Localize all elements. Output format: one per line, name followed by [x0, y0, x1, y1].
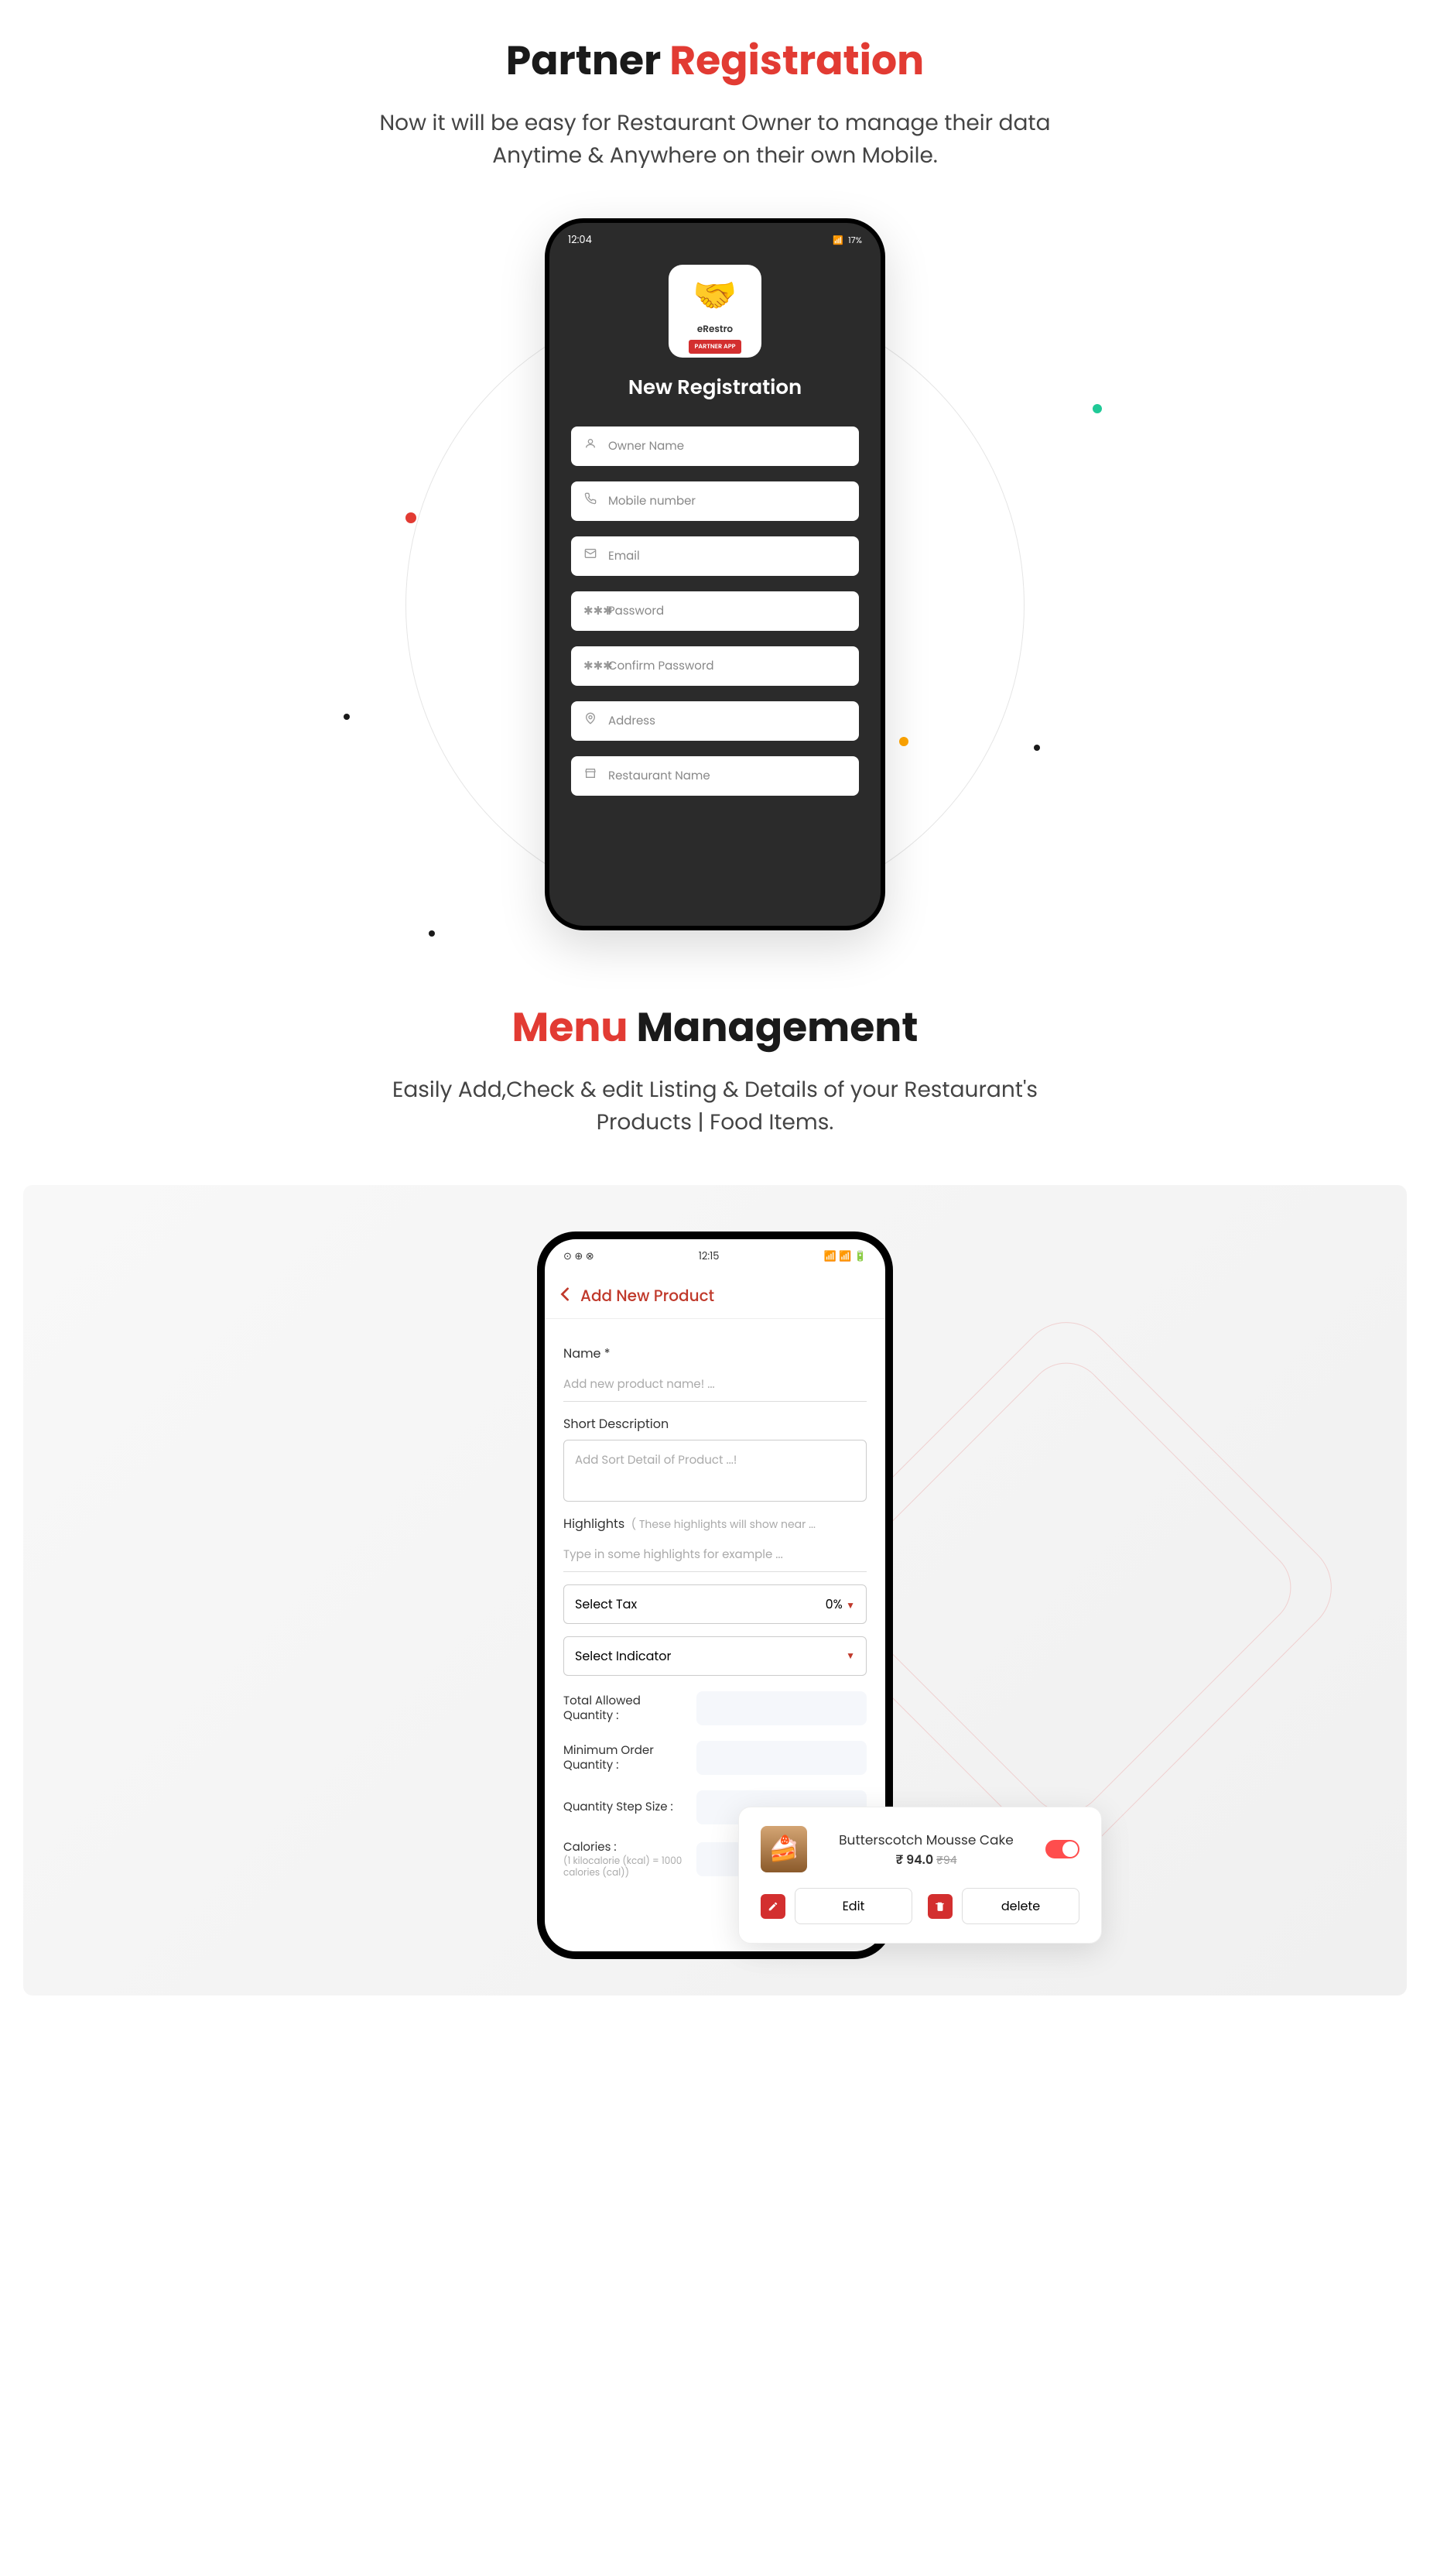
phone-mockup-registration: 12:04 📶17% 🤝 eRestro PARTNER APP New Reg… — [545, 218, 885, 930]
decorative-dot — [1034, 745, 1040, 751]
edit-button[interactable]: Edit — [795, 1888, 912, 1924]
status-icons-left: ⊙ ⊕ ⊗ — [563, 1249, 594, 1264]
decorative-dot — [1093, 404, 1102, 413]
decorative-dot — [899, 737, 908, 746]
section2-title: Menu Management — [0, 998, 1430, 1058]
edit-icon — [761, 1894, 785, 1919]
status-time: 12:04 — [568, 232, 592, 248]
logo-badge: PARTNER APP — [689, 340, 742, 354]
product-name-input[interactable]: Add new product name! ... — [563, 1369, 867, 1402]
delete-icon — [928, 1894, 953, 1919]
min-order-qty-input[interactable] — [696, 1741, 867, 1775]
password-input[interactable]: ✱✱✱ Password — [571, 591, 859, 631]
product-name: Butterscotch Mousse Cake — [819, 1830, 1033, 1850]
short-description-input[interactable]: Add Sort Detail of Product ...! — [563, 1440, 867, 1502]
phone-icon — [583, 492, 597, 510]
app-logo: 🤝 eRestro PARTNER APP — [669, 265, 761, 358]
handshake-icon: 🤝 — [693, 269, 737, 323]
status-time: 12:15 — [699, 1249, 720, 1264]
calories-label: Calories : (1 kilocalorie (kcal) = 1000 … — [563, 1840, 687, 1879]
status-icons-right: 📶 📶 🔋 — [823, 1249, 867, 1264]
product-card: 🍰 Butterscotch Mousse Cake ₹ 94.0 ₹94 — [738, 1807, 1102, 1944]
min-order-qty-label: Minimum Order Quantity : — [563, 1743, 687, 1773]
decorative-dot — [405, 512, 416, 523]
restaurant-name-input[interactable]: Restaurant Name — [571, 756, 859, 796]
status-bar: ⊙ ⊕ ⊗ 12:15 📶 📶 🔋 — [545, 1239, 885, 1273]
confirm-password-input[interactable]: ✱✱✱ Confirm Password — [571, 646, 859, 686]
select-indicator-dropdown[interactable]: Select Indicator ▼ — [563, 1636, 867, 1676]
product-toggle[interactable] — [1045, 1840, 1079, 1858]
select-tax-dropdown[interactable]: Select Tax 0% ▼ — [563, 1584, 867, 1624]
owner-name-input[interactable]: Owner Name — [571, 426, 859, 466]
highlights-label: Highlights ( These highlights will show … — [563, 1514, 867, 1533]
section1-title: Partner Registration — [0, 31, 1430, 91]
logo-text: eRestro — [697, 323, 733, 337]
section1-subtitle: Now it will be easy for Restaurant Owner… — [367, 107, 1063, 172]
qty-step-size-label: Quantity Step Size : — [563, 1800, 687, 1815]
back-button[interactable] — [560, 1284, 570, 1307]
pin-icon — [583, 712, 597, 730]
decorative-dot — [429, 930, 435, 937]
decorative-diamond — [826, 1347, 1307, 1828]
highlights-input[interactable]: Type in some highlights for example ... — [563, 1540, 867, 1572]
product-image: 🍰 — [761, 1826, 807, 1872]
decorative-dot — [344, 714, 350, 720]
chevron-down-icon: ▼ — [846, 1599, 855, 1612]
mobile-number-input[interactable]: Mobile number — [571, 481, 859, 521]
chevron-down-icon: ▼ — [846, 1649, 855, 1663]
delete-button[interactable]: delete — [962, 1888, 1079, 1924]
address-input[interactable]: Address — [571, 701, 859, 741]
screen-header: Add New Product — [545, 1273, 885, 1319]
product-price: ₹ 94.0 ₹94 — [819, 1850, 1033, 1869]
store-icon — [583, 767, 597, 785]
section2-subtitle: Easily Add,Check & edit Listing & Detail… — [367, 1074, 1063, 1139]
status-bar: 12:04 📶17% — [549, 223, 881, 257]
screen-title: Add New Product — [580, 1284, 714, 1307]
lock-icon: ✱✱✱ — [583, 602, 597, 620]
name-label: Name * — [563, 1344, 867, 1363]
desc-label: Short Description — [563, 1414, 867, 1434]
registration-title: New Registration — [549, 373, 881, 403]
user-icon — [583, 437, 597, 455]
total-allowed-qty-label: Total Allowed Quantity : — [563, 1694, 687, 1724]
status-icons: 📶17% — [833, 234, 862, 247]
total-allowed-qty-input[interactable] — [696, 1691, 867, 1725]
email-input[interactable]: Email — [571, 536, 859, 576]
lock-icon: ✱✱✱ — [583, 657, 597, 675]
mail-icon — [583, 547, 597, 565]
